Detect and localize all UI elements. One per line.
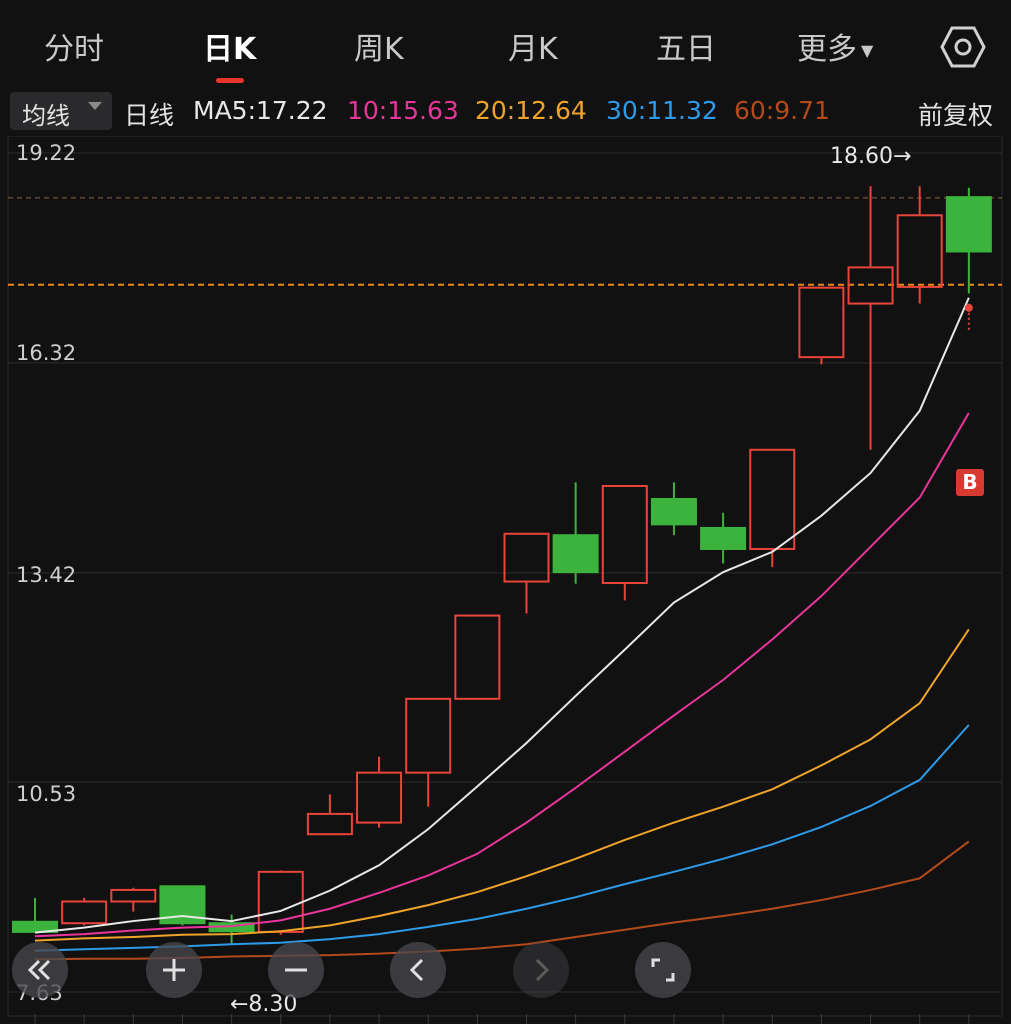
ma60-value: 60:9.71	[734, 96, 830, 125]
zoom-out-icon	[285, 968, 307, 972]
fullscreen-button[interactable]	[635, 942, 691, 998]
ma5-value: MA5:17.22	[193, 96, 328, 125]
ma-line	[34, 412, 970, 938]
settings-icon[interactable]	[940, 24, 986, 70]
caret-down-icon	[88, 102, 102, 110]
ma10-value: 10:15.63	[347, 96, 459, 125]
candle-body	[945, 196, 992, 253]
candle-body	[110, 888, 157, 903]
ma30-value: 30:11.32	[606, 96, 718, 125]
candle-body	[700, 526, 747, 550]
period-label: 日线	[124, 101, 175, 130]
zoom-out-button[interactable]	[268, 942, 324, 998]
candle-body	[454, 614, 501, 700]
period-tabs: 分时 日K 周K 月K 五日 更多 ▼	[0, 0, 1011, 92]
buy-signal-badge[interactable]: B	[956, 469, 984, 496]
candle-body	[650, 498, 697, 526]
scroll-to-start-button[interactable]	[12, 942, 68, 998]
tab-monthly-k[interactable]: 月K	[508, 24, 558, 68]
candle-body	[552, 534, 599, 574]
candle-body	[356, 771, 403, 824]
scroll-right-button[interactable]	[513, 942, 569, 998]
tab-daily-k[interactable]: 日K	[203, 24, 256, 68]
candle-body	[749, 448, 796, 550]
candle-body	[306, 812, 353, 836]
tab-more[interactable]: 更多 ▼	[797, 24, 873, 68]
ma20-value: 20:12.64	[475, 96, 587, 125]
tab-weekly-k[interactable]: 周K	[354, 24, 404, 68]
zoom-in-button[interactable]	[146, 942, 202, 998]
tab-five-day[interactable]: 五日	[656, 24, 716, 68]
adjust-mode-button[interactable]: 前复权	[918, 96, 993, 132]
scroll-left-button[interactable]	[390, 942, 446, 998]
buy-signal-dot	[964, 303, 973, 312]
candle-body	[601, 484, 648, 584]
tab-more-label: 更多	[797, 32, 857, 67]
y-tick-label: 13.42	[16, 563, 77, 587]
chevron-left-icon	[409, 958, 424, 982]
candle-body	[798, 286, 845, 359]
candle-body	[503, 532, 550, 583]
chart-canvas	[7, 135, 1003, 1024]
caret-down-icon: ▼	[861, 41, 874, 60]
fullscreen-icon	[651, 958, 675, 982]
candle-body	[896, 214, 943, 288]
ma-dropdown-label: 均线	[22, 102, 70, 130]
candlestick-chart[interactable]: 19.22 16.32 13.42 10.53 7.63 18.60→ ←8.3…	[0, 135, 1011, 1024]
ma-indicator-dropdown[interactable]: 均线	[10, 92, 112, 130]
zoom-in-icon	[163, 959, 185, 981]
y-tick-label: 16.32	[16, 341, 77, 365]
y-tick-label: 10.53	[16, 782, 77, 806]
chevron-right-icon	[535, 958, 550, 982]
tab-intraday[interactable]: 分时	[44, 24, 104, 68]
max-price-annotation: 18.60→	[830, 144, 912, 169]
active-tab-indicator	[216, 78, 244, 83]
candle-body	[405, 697, 452, 774]
ma-legend-bar: 均线 日线 MA5:17.22 10:15.63 20:12.64 30:11.…	[0, 92, 1011, 132]
y-tick-label: 19.22	[16, 141, 77, 165]
double-left-icon	[27, 959, 51, 981]
candle-body	[61, 900, 108, 925]
